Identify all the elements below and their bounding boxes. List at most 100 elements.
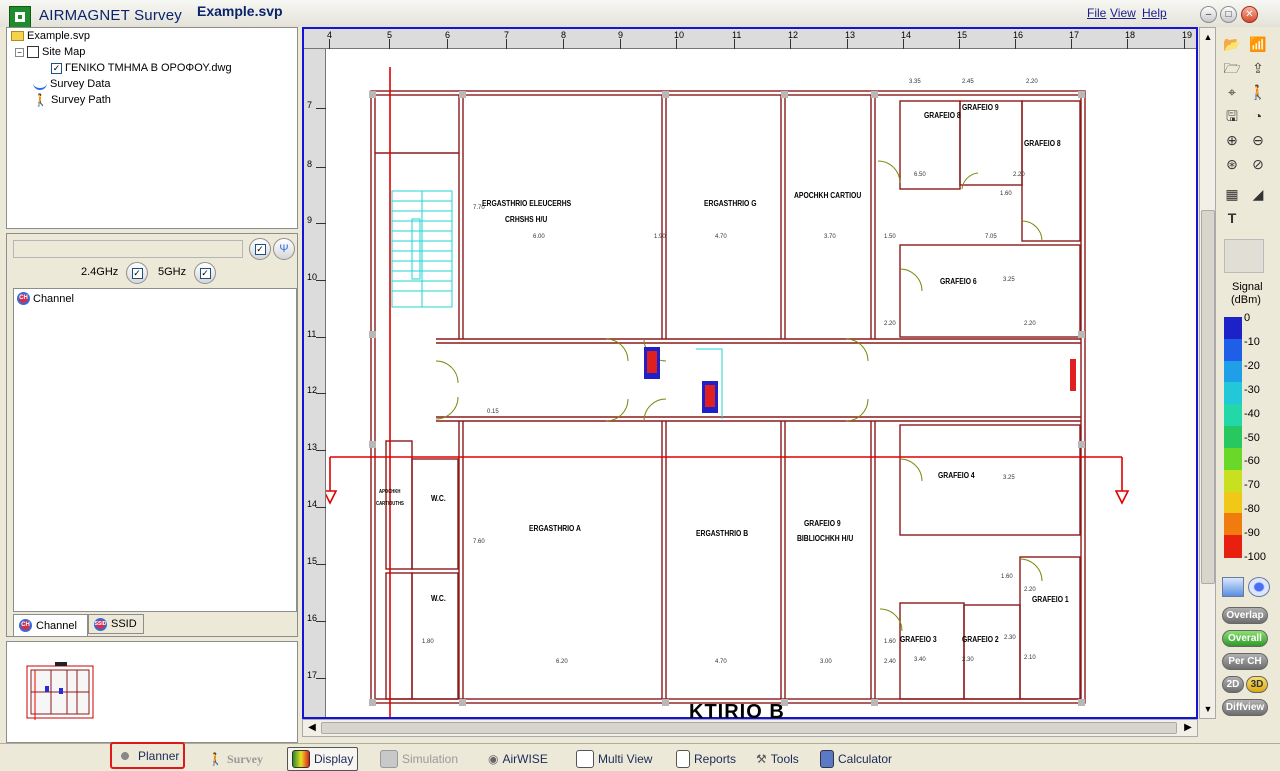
dimension-label: 1.60 [1001,574,1013,580]
floorplan-drawing [326,67,1130,717]
tab-ssid[interactable]: SSID SSID [88,614,144,634]
band-5-toggle[interactable]: ✓ [194,262,216,284]
measure-icon[interactable]: ◢ [1248,185,1268,203]
walking-person-icon: 🚶 [33,93,48,107]
v-ruler-tick [316,108,326,109]
signal-arc-icon[interactable]: ◔ [1248,107,1268,125]
room-label: GRAFEIO 3 [900,635,937,644]
channel-list-item[interactable]: CH Channel [17,292,74,305]
tab-channel[interactable]: CH Channel [13,614,88,636]
v-ruler-tick [316,678,326,679]
room-label: BIBLIOCHKH H/U [797,534,854,543]
folder-icon[interactable]: 🗁 [1222,59,1242,77]
point-mode-button[interactable] [1248,577,1270,597]
tree-item-site-map[interactable]: − Site Map [15,46,85,58]
channel-icon: CH [19,619,32,632]
dimension-label: 3.40 [914,657,926,663]
menu-help[interactable]: Help [1142,6,1167,20]
zoom-in-icon[interactable]: ⊕ [1222,131,1242,149]
h-ruler-tick [329,39,330,49]
vertical-scrollbar[interactable]: ▲ ▼ [1199,27,1216,719]
filter-input[interactable] [13,240,243,258]
export-icon[interactable]: ⇪ [1248,59,1268,77]
minimap[interactable] [6,641,298,743]
legend-swatch [1224,404,1242,428]
legend-color-bar [1224,317,1242,558]
band-24-toggle[interactable]: ✓ [126,262,148,284]
minimize-button[interactable]: – [1200,6,1217,23]
band-24-label: 2.4GHz [81,266,119,278]
tools-button[interactable]: ⚒ Tools [752,747,803,771]
floorplan-canvas[interactable]: 4 5 6 7 8 9 10 11 12 13 14 15 16 17 18 19 7 8 9 10 11 12 13 14… [302,27,1198,723]
scroll-left-icon[interactable]: ◀ [305,721,319,735]
tree-item-survey-data[interactable]: Survey Data [33,78,111,90]
legend-swatch [1224,382,1242,406]
save-icon[interactable]: 🖫 [1222,107,1242,125]
reports-icon [676,750,690,768]
multi-view-button[interactable]: Multi View [572,747,656,771]
tree-item-survey-path[interactable]: 🚶 Survey Path [33,94,111,106]
open-ap-icon[interactable]: 📂 [1222,35,1242,53]
scroll-up-icon[interactable]: ▲ [1201,30,1215,44]
per-ch-button[interactable]: Per CH [1222,653,1268,670]
tree-item-root[interactable]: Example.svp [11,30,90,42]
legend-tick-label: -40 [1244,407,1260,420]
walking-person-icon[interactable]: 🚶 [1248,83,1268,101]
zoom-out-icon[interactable]: ⊖ [1248,131,1268,149]
color-mode-button[interactable] [1222,577,1244,597]
overall-button[interactable]: Overall [1222,630,1268,647]
dimension-label: 3.25 [1003,475,1015,481]
room-label: ERGASTHRIO B [696,529,749,538]
tools-icon: ⚒ [756,752,767,766]
app-title: AIRMAGNET Survey [39,7,182,24]
collapse-icon[interactable]: − [15,47,24,57]
room-label: ERGASTHRIO ELEUCERHS [482,199,572,208]
vertical-scroll-thumb[interactable] [1201,210,1215,584]
bottom-mode-bar: Planner 🚶 Survey Display Simulation ◉ AirW… [0,742,1280,771]
dwg-checkbox[interactable]: ✓ [51,62,62,74]
select-all-button[interactable]: ✓ [249,238,271,260]
menu-file[interactable]: File [1087,6,1106,20]
zoom-reset-icon[interactable]: ⊘ [1248,155,1268,173]
grid-icon[interactable]: ▦ [1222,185,1242,203]
menu-view[interactable]: View [1110,6,1136,20]
calculator-button[interactable]: Calculator [816,747,896,771]
text-tool-icon[interactable]: T [1222,209,1242,227]
survey-icon[interactable]: ⌖ [1222,83,1242,101]
maximize-button[interactable]: □ [1220,6,1237,23]
display-icon [292,750,310,768]
display-button[interactable]: Display [287,747,359,771]
dimension-label: 2.40 [884,659,896,665]
wifi-icon[interactable]: 📶 [1248,35,1268,53]
simulation-button[interactable]: Simulation [376,747,462,771]
legend-swatch [1224,338,1242,362]
tree-item-dwg[interactable]: ✓ ΓΕΝΙΚΟ ΤΜΗΜΑ Β ΟΡΟΦΟΥ.dwg [51,62,232,74]
survey-button[interactable]: 🚶 Survey [204,747,267,771]
legend-tick-label: -20 [1244,359,1260,372]
ap-filter-button[interactable]: Ψ [273,238,295,260]
scroll-down-icon[interactable]: ▼ [1201,702,1215,716]
planner-button[interactable]: Planner [110,742,186,769]
2d-button[interactable]: 2D [1222,676,1244,693]
scroll-right-icon[interactable]: ▶ [1181,721,1195,735]
h-ruler-tick [903,39,904,49]
planner-icon [116,746,134,765]
diffview-button[interactable]: Diffview [1222,699,1268,716]
close-button[interactable]: ✕ [1241,6,1258,23]
3d-button[interactable]: 3D [1246,676,1268,693]
h-ruler-tick [959,39,960,49]
zoom-fit-icon[interactable]: ⊛ [1222,155,1242,173]
legend-tick-label: -90 [1244,527,1260,540]
horizontal-scroll-thumb[interactable] [321,722,1177,734]
band-5-label: 5GHz [158,266,187,278]
h-ruler-tick [1184,39,1185,49]
dimension-label: 4.70 [715,659,727,665]
dimension-label: 1.90 [654,234,666,240]
dimension-label: 0.15 [487,409,499,415]
h-ruler-tick [1071,39,1072,49]
horizontal-scrollbar[interactable]: ◀ ▶ [302,719,1198,737]
overlap-button[interactable]: Overlap [1222,607,1268,624]
airwise-button[interactable]: ◉ AirWISE [484,747,552,771]
reports-button[interactable]: Reports [672,747,740,771]
signal-legend: Signal (dBm) 0 -10 -20 -30 -40 -50 -60 -70 -80 -9… [1222,281,1278,571]
